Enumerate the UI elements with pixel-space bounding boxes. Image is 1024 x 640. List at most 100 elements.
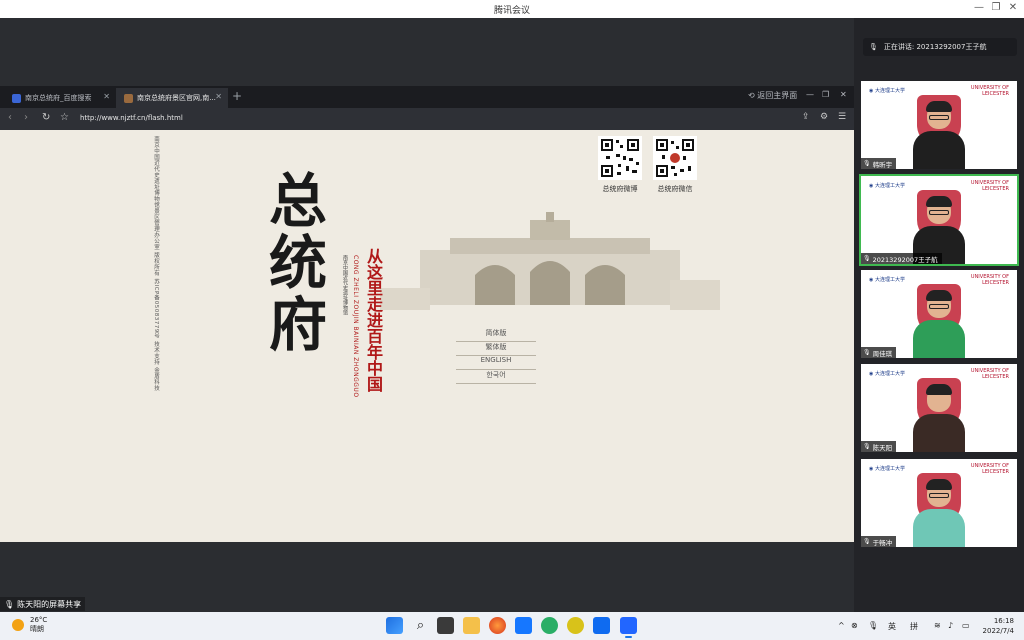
participant-avatar — [913, 290, 965, 358]
browser-app-icon[interactable] — [567, 617, 584, 634]
museum-name: 南京中国近代史遗址博物馆 — [342, 255, 348, 315]
participant-name: 韩昕宇 — [872, 160, 893, 169]
tab-njztf[interactable]: 南京总统府景区官网,南... ✕ — [116, 88, 228, 108]
weather-desc: 晴朗 — [30, 625, 44, 633]
speaking-indicator: 🎙 正在讲话: 20213292007王子航 — [863, 38, 1017, 56]
participant-video-tile[interactable]: ◉ 大连理工大学 UNIVERSITY OF LEICESTER 🎙 202132920… — [859, 174, 1019, 266]
wechat-icon[interactable] — [541, 617, 558, 634]
mic-icon: 🎙 — [4, 599, 15, 609]
participant-panel: 🎙 正在讲话: 20213292007王子航 ◉ 大连理工大学 UNIVERSIT… — [854, 18, 1024, 612]
firefox-icon[interactable] — [489, 617, 506, 634]
weibo-qr-code — [598, 136, 642, 180]
forward-icon[interactable]: › — [24, 112, 28, 123]
browser-tab-bar: 南京总统府_百度搜索 ✕ 南京总统府景区官网,南... ✕ + ⟲ 返回主界面 … — [0, 86, 854, 108]
dlut-logo: ◉ 大连理工大学 — [869, 371, 905, 377]
battery-icon[interactable]: ▭ — [962, 621, 970, 630]
file-explorer-icon[interactable] — [463, 617, 480, 634]
mic-icon: 🎙 — [869, 43, 878, 51]
lang-english-link[interactable]: ENGLISH — [456, 356, 536, 370]
dingtalk-icon[interactable] — [515, 617, 532, 634]
participant-video-tile[interactable]: ◉ 大连理工大学 UNIVERSITY OF LEICESTER 🎙 陈天阳 — [861, 364, 1017, 452]
participant-avatar — [913, 384, 965, 452]
tab-close-icon[interactable]: ✕ — [215, 92, 222, 101]
participant-name: 20213292007王子航 — [872, 255, 938, 264]
participant-name-tag: 🎙 韩昕宇 — [861, 158, 897, 169]
tab-close-icon[interactable]: ✕ — [103, 92, 110, 101]
tray-app-icon[interactable]: ⊗ — [851, 621, 858, 630]
wifi-icon[interactable]: ≋ — [934, 621, 941, 630]
time-text: 16:18 — [993, 617, 1014, 625]
weather-temp: 26°C — [30, 616, 48, 624]
copyright-text: 南京中国近代史遗址博物馆景区管理办公室 版权所有 苏ICP备05083779号 … — [153, 136, 159, 392]
web-page-content: 南京中国近代史遗址博物馆景区管理办公室 版权所有 苏ICP备05083779号 … — [0, 130, 854, 542]
leicester-logo: UNIVERSITY OF LEICESTER — [970, 85, 1009, 97]
participant-avatar — [913, 101, 965, 169]
date-text: 2022/7/4 — [982, 627, 1014, 635]
close-button[interactable]: ✕ — [1006, 2, 1020, 13]
participant-avatar — [913, 479, 965, 547]
wechat-qr-label: 总统府微信 — [657, 185, 693, 193]
share-page-icon[interactable]: ⇪ — [802, 112, 810, 122]
app-title: 腾讯会议 — [493, 6, 530, 16]
bookmark-star-icon[interactable]: ☆ — [60, 112, 69, 123]
new-tab-button[interactable]: + — [232, 89, 242, 103]
participant-name-tag: 🎙 于畅冲 — [861, 536, 897, 547]
reload-icon[interactable]: ↻ — [42, 112, 50, 123]
tab-label: 南京总统府_百度搜索 — [25, 94, 92, 102]
tray-mic-icon[interactable]: 🎙 — [868, 621, 878, 630]
volume-icon[interactable]: ♪ — [948, 621, 953, 630]
back-to-main-button[interactable]: ⟲ 返回主界面 — [748, 90, 797, 101]
url-field[interactable]: http://www.njztf.cn/flash.html — [80, 114, 183, 122]
shared-browser-window: 南京总统府_百度搜索 ✕ 南京总统府景区官网,南... ✕ + ⟲ 返回主界面 … — [0, 86, 854, 542]
mic-icon: 🎙 — [863, 349, 871, 356]
start-icon[interactable] — [386, 617, 403, 634]
system-clock[interactable]: 16:18 2022/7/4 — [982, 616, 1014, 636]
windows-taskbar: 26°C 晴朗 ⌕ ^ ⊗ 🎙 英 拼 ≋ ♪ ▭ 16:18 2022/7/4 — [0, 612, 1024, 640]
participant-video-tile[interactable]: ◉ 大连理工大学 UNIVERSITY OF LEICESTER 🎙 韩昕宇 — [861, 81, 1017, 169]
dlut-logo: ◉ 大连理工大学 — [869, 183, 905, 189]
participant-video-tile[interactable]: ◉ 大连理工大学 UNIVERSITY OF LEICESTER 🎙 周佳琪 — [861, 270, 1017, 358]
minimize-button[interactable]: — — [972, 2, 986, 13]
participant-name-tag: 🎙 20213292007王子航 — [861, 253, 942, 264]
presidential-palace-gate-image — [380, 210, 720, 310]
tray-chevron-icon[interactable]: ^ — [838, 621, 845, 630]
browser-close-button[interactable]: ✕ — [840, 90, 847, 99]
ime-english-indicator[interactable]: 英 — [888, 621, 896, 632]
lang-simplified-link[interactable]: 简体版 — [456, 328, 536, 342]
sun-icon — [12, 619, 24, 631]
mic-icon: 🎙 — [863, 538, 871, 545]
tab-baidu-search[interactable]: 南京总统府_百度搜索 ✕ — [4, 88, 116, 108]
extension-icon[interactable]: ⚙ — [820, 112, 828, 122]
slogan: 从这里走进百年中国 — [364, 248, 383, 392]
feishu-icon[interactable] — [593, 617, 610, 634]
search-icon[interactable]: ⌕ — [412, 617, 429, 634]
mic-icon: 🎙 — [863, 443, 871, 450]
tencent-meeting-icon[interactable] — [620, 617, 637, 638]
dlut-logo: ◉ 大连理工大学 — [869, 277, 905, 283]
slogan-pinyin: CONG ZHELI ZOUJIN BAINIAN ZHONGGUO — [352, 255, 359, 398]
ime-pinyin-indicator[interactable]: 拼 — [910, 621, 918, 632]
lang-traditional-link[interactable]: 繁体版 — [456, 342, 536, 356]
screen-share-indicator: 🎙 陈天阳的屏幕共享 — [0, 597, 86, 611]
lang-korean-link[interactable]: 한국어 — [456, 370, 536, 384]
speaking-text: 正在讲话: 20213292007王子航 — [883, 43, 987, 51]
share-label-text: 陈天阳的屏幕共享 — [17, 599, 82, 609]
task-view-icon[interactable] — [437, 617, 454, 634]
calligraphy-title: 总 统 府 — [268, 167, 327, 359]
leicester-logo: UNIVERSITY OF LEICESTER — [970, 274, 1009, 286]
restore-button[interactable]: ❐ — [989, 2, 1003, 13]
participant-name-tag: 🎙 周佳琪 — [861, 347, 897, 358]
participant-name: 于畅冲 — [872, 538, 893, 547]
browser-restore-button[interactable]: ❐ — [822, 90, 829, 99]
browser-minimize-button[interactable]: — — [806, 90, 814, 99]
wechat-qr-code — [653, 136, 697, 180]
baidu-icon — [12, 93, 21, 103]
menu-icon[interactable]: ☰ — [838, 112, 846, 122]
leicester-logo: UNIVERSITY OF LEICESTER — [970, 463, 1009, 475]
weather-widget[interactable]: 26°C 晴朗 — [12, 616, 47, 634]
address-bar: ‹ › ↻ ☆ http://www.njztf.cn/flash.html ⇪… — [0, 108, 854, 130]
participant-video-tile[interactable]: ◉ 大连理工大学 UNIVERSITY OF LEICESTER 🎙 于畅冲 — [861, 459, 1017, 547]
back-icon[interactable]: ‹ — [8, 112, 12, 123]
mic-icon: 🎙 — [863, 255, 871, 262]
tab-label: 南京总统府景区官网,南... — [137, 94, 216, 102]
